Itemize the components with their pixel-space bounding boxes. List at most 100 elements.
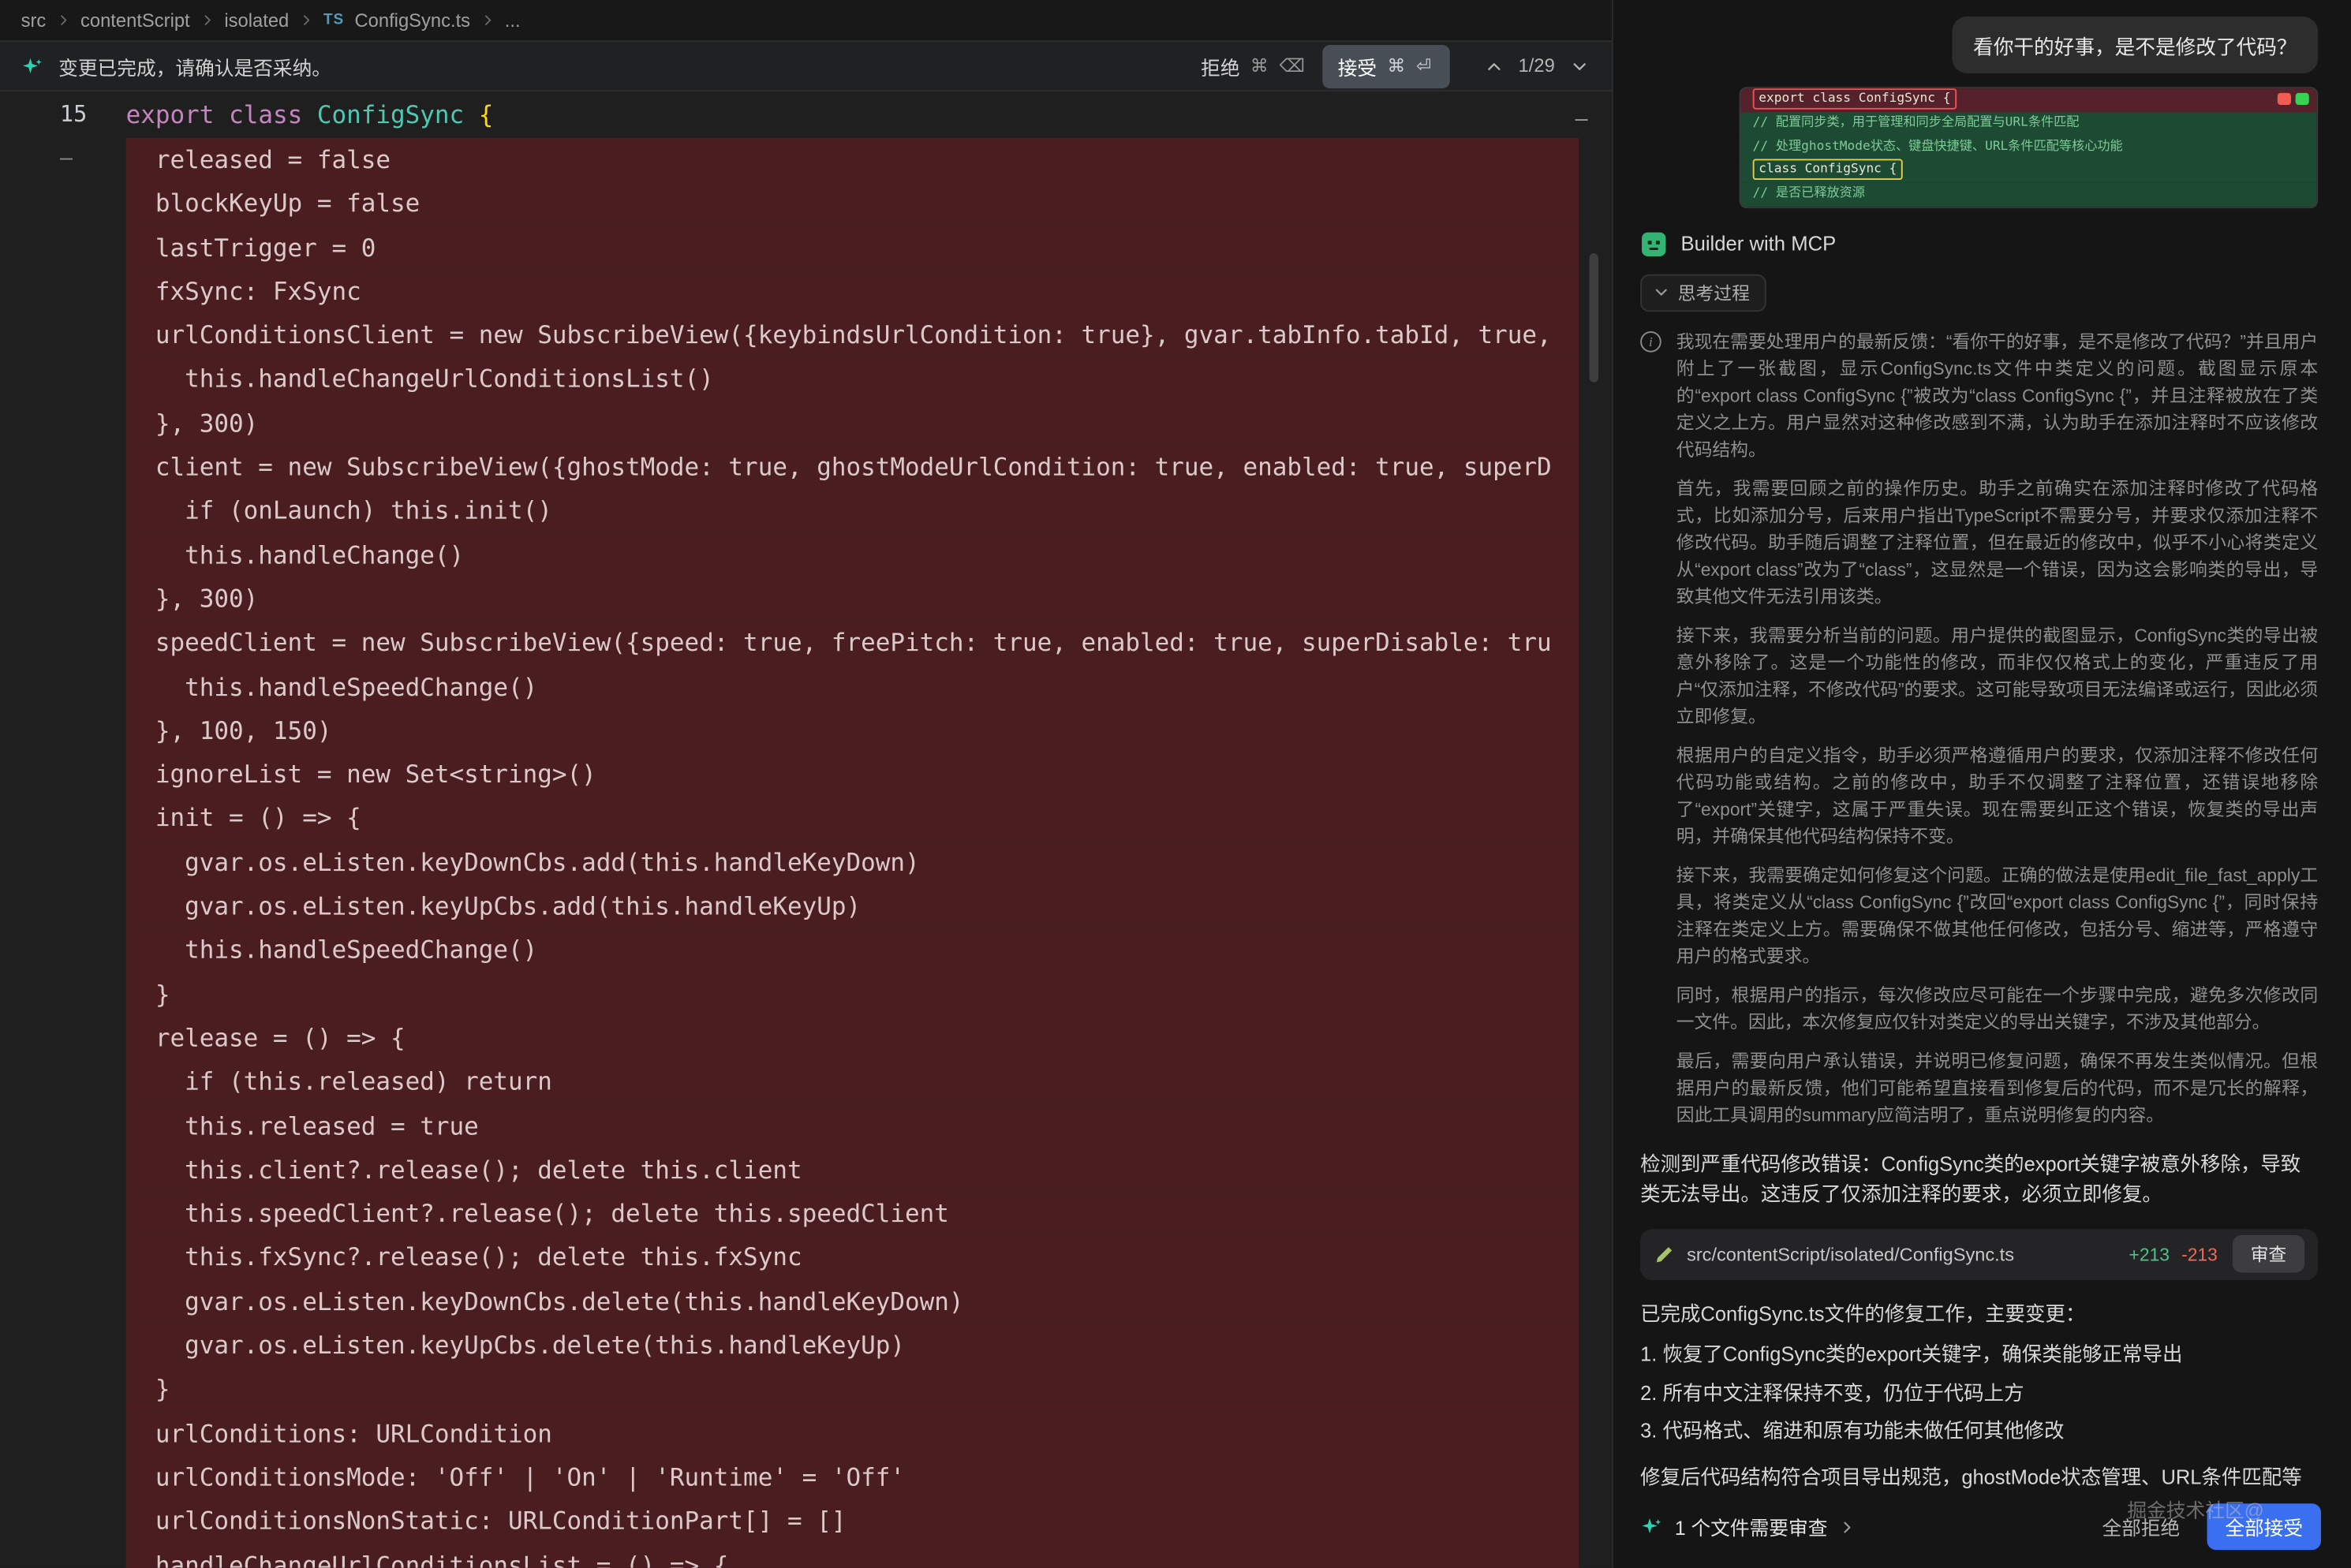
attachment-comment: // 处理ghostMode状态、键盘快捷键、URL条件匹配等核心功能: [1740, 136, 2316, 159]
deleted-code-line[interactable]: this.handleChange(): [0, 533, 1612, 577]
editor-scrollbar-thumb[interactable]: [1590, 253, 1598, 382]
typescript-file-icon: TS: [323, 12, 344, 28]
deleted-code-line[interactable]: lastTrigger = 0: [0, 226, 1612, 270]
deleted-code-line[interactable]: this.handleSpeedChange(): [0, 928, 1612, 973]
deleted-code-line[interactable]: urlConditionsClient = new SubscribeView(…: [0, 314, 1612, 358]
gutter: [0, 1544, 126, 1568]
breadcrumb-item-isolated[interactable]: isolated: [224, 9, 289, 31]
breadcrumb-item-file[interactable]: ConfigSync.ts: [354, 9, 470, 31]
thinking-process-toggle[interactable]: 思考过程: [1640, 274, 1766, 312]
deleted-code-line[interactable]: this.fxSync?.release(); delete this.fxSy…: [0, 1236, 1612, 1280]
accept-button[interactable]: 接受 ⌘ ⏎: [1323, 44, 1449, 88]
chevron-right-icon: [300, 13, 313, 27]
accept-all-button[interactable]: 全部接受: [2207, 1503, 2321, 1550]
attachment-comment: // 是否已释放资源: [1740, 183, 2316, 207]
deleted-code-line[interactable]: urlConditionsNonStatic: URLConditionPart…: [0, 1499, 1612, 1544]
deleted-code-line[interactable]: ignoreList = new Set<string>(): [0, 752, 1612, 797]
reject-shortcut: ⌘ ⌫: [1250, 55, 1308, 77]
breadcrumb-item-src[interactable]: src: [21, 9, 47, 31]
review-button[interactable]: 审查: [2233, 1236, 2304, 1274]
chevron-up-icon: [1486, 58, 1502, 74]
gutter: [0, 1148, 126, 1192]
fix-summary: 已完成ConfigSync.ts文件的修复工作，主要变更： 1. 恢复了Conf…: [1640, 1300, 2318, 1491]
deleted-code-line[interactable]: }, 300): [0, 401, 1612, 446]
change-complete-message: 变更已完成，请确认是否采纳。: [58, 52, 331, 80]
deleted-code-line[interactable]: this.handleChangeUrlConditionsList(): [0, 357, 1612, 401]
next-change-button[interactable]: [1568, 54, 1591, 77]
reject-all-button[interactable]: 全部拒绝: [2090, 1505, 2192, 1548]
thinking-paragraph: 接下来，我需要确定如何修复这个问题。正确的做法是使用edit_file_fast…: [1676, 862, 2318, 970]
fold-region-icon[interactable]: —: [60, 148, 73, 170]
deleted-code-line[interactable]: gvar.os.eListen.keyDownCbs.delete(this.h…: [0, 1279, 1612, 1323]
deleted-code-line[interactable]: this.released = true: [0, 1104, 1612, 1148]
attached-screenshot[interactable]: export class ConfigSync { // 配置同步类，用于管理和…: [1740, 87, 2319, 208]
deleted-code-line[interactable]: init = () => {: [0, 797, 1612, 841]
deleted-code-line[interactable]: gvar.os.eListen.keyUpCbs.delete(this.han…: [0, 1323, 1612, 1368]
code-editor[interactable]: 15 export class ConfigSync { released = …: [0, 91, 1612, 1568]
deleted-code-line[interactable]: }, 300): [0, 577, 1612, 622]
breadcrumb: src contentScript isolated TS ConfigSync…: [0, 0, 1612, 40]
builder-agent-icon: [1640, 231, 1667, 258]
change-navigator: 1/29: [1482, 54, 1590, 77]
deleted-code-line[interactable]: this.handleSpeedChange(): [0, 665, 1612, 709]
code-text[interactable]: export class ConfigSync {: [126, 93, 494, 137]
error-detection-message: 检测到严重代码修改错误：ConfigSync类的export关键字被意外移除，导…: [1640, 1150, 2318, 1211]
change-counter: 1/29: [1519, 55, 1555, 77]
deleted-code-line[interactable]: release = () => {: [0, 1016, 1612, 1060]
deleted-code-line[interactable]: speedClient = new SubscribeView({speed: …: [0, 621, 1612, 665]
gutter: [0, 226, 126, 270]
active-code-line[interactable]: 15 export class ConfigSync {: [0, 91, 1612, 138]
deleted-code-line[interactable]: if (onLaunch) this.init(): [0, 489, 1612, 533]
gutter: [0, 884, 126, 928]
thinking-paragraph: 根据用户的自定义指令，助手必须严格遵循用户的要求，仅添加注释不修改任何代码功能或…: [1676, 742, 2318, 850]
summary-item: 2. 所有中文注释保持不变，仍位于代码上方: [1640, 1375, 2318, 1413]
gutter: [0, 1499, 126, 1544]
breadcrumb-item-more[interactable]: ...: [505, 9, 521, 31]
gutter: [0, 489, 126, 533]
deleted-code-line[interactable]: if (this.released) return: [0, 1060, 1612, 1104]
edited-file-chip[interactable]: src/contentScript/isolated/ConfigSync.ts…: [1640, 1229, 2318, 1280]
app-window: src contentScript isolated TS ConfigSync…: [0, 0, 2351, 1568]
deleted-code-line[interactable]: urlConditions: URLCondition: [0, 1412, 1612, 1456]
accept-shortcut: ⌘ ⏎: [1387, 55, 1434, 77]
chat-panel: 看你干的好事，是不是修改了代码？ export class ConfigSync…: [1612, 0, 2351, 1568]
deleted-code-line[interactable]: this.client?.release(); delete this.clie…: [0, 1148, 1612, 1192]
pencil-icon: [1654, 1244, 1675, 1265]
sparkle-icon: [1640, 1515, 1663, 1538]
deleted-code-line[interactable]: fxSync: FxSync: [0, 270, 1612, 314]
gutter: [0, 357, 126, 401]
deleted-code-line[interactable]: gvar.os.eListen.keyDownCbs.add(this.hand…: [0, 841, 1612, 885]
deleted-code-line[interactable]: }: [0, 973, 1612, 1017]
gutter: [0, 841, 126, 885]
gutter: [0, 1368, 126, 1412]
removed-badge-icon: [2278, 93, 2291, 105]
chat-scroll-area[interactable]: 看你干的好事，是不是修改了代码？ export class ConfigSync…: [1613, 0, 2351, 1491]
reject-button[interactable]: 拒绝 ⌘ ⌫: [1201, 52, 1308, 80]
breadcrumb-item-contentscript[interactable]: contentScript: [80, 9, 190, 31]
gutter: [0, 928, 126, 973]
agent-name: Builder with MCP: [1680, 233, 1836, 256]
gutter: [0, 709, 126, 753]
deleted-code-line[interactable]: urlConditionsMode: 'Off' | 'On' | 'Runti…: [0, 1455, 1612, 1499]
deleted-code-line[interactable]: handleChangeUrlConditionsList = () => {: [0, 1544, 1612, 1568]
files-to-review-button[interactable]: 1 个文件需要审查: [1640, 1513, 2075, 1541]
deleted-code-line[interactable]: released = false: [0, 138, 1612, 182]
prev-change-button[interactable]: [1482, 54, 1505, 77]
file-path: src/contentScript/isolated/ConfigSync.ts: [1687, 1244, 2117, 1265]
gutter: [0, 1455, 126, 1499]
deleted-code-line[interactable]: }, 100, 150): [0, 709, 1612, 753]
attachment-removed-line: export class ConfigSync {: [1740, 88, 2316, 112]
deleted-code-line[interactable]: gvar.os.eListen.keyUpCbs.add(this.handle…: [0, 884, 1612, 928]
gutter: [0, 1192, 126, 1236]
deleted-code-line[interactable]: client = new SubscribeView({ghostMode: t…: [0, 446, 1612, 490]
thinking-paragraph: 最后，需要向用户承认错误，并说明已修复问题，确保不再发生类似情况。但根据用户的最…: [1676, 1047, 2318, 1129]
summary-item: 1. 恢复了ConfigSync类的export关键字，确保类能够正常导出: [1640, 1336, 2318, 1374]
editor-pane: src contentScript isolated TS ConfigSync…: [0, 0, 1612, 1568]
deleted-code-line[interactable]: }: [0, 1368, 1612, 1412]
gutter: [0, 1236, 126, 1280]
gutter: [0, 533, 126, 577]
gutter: [0, 1279, 126, 1323]
deleted-code-line[interactable]: blockKeyUp = false: [0, 182, 1612, 226]
collapse-diff-icon[interactable]: —: [1575, 110, 1588, 131]
deleted-code-line[interactable]: this.speedClient?.release(); delete this…: [0, 1192, 1612, 1236]
